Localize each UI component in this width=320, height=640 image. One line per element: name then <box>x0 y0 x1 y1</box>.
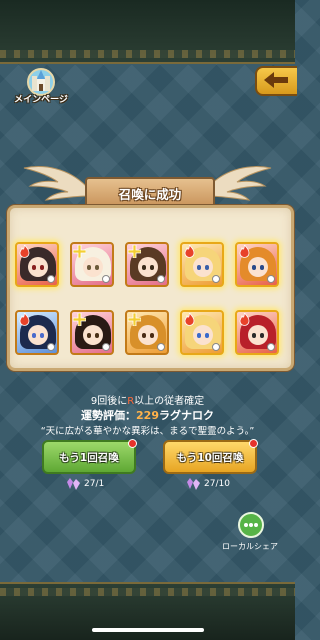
notification-dot <box>249 439 258 448</box>
luck-rating: 運勢評価：229ラグナロク <box>0 407 295 423</box>
hero-eye <box>252 333 256 338</box>
hero-card[interactable] <box>15 242 59 287</box>
hero-face <box>83 257 103 277</box>
pity-prefix: 9回後に <box>90 396 128 407</box>
luck-label: 運勢評価： <box>81 409 137 422</box>
hero-face <box>138 325 158 345</box>
rank-badge <box>47 275 55 283</box>
cost-once: 27/1 <box>67 478 104 490</box>
hero-card[interactable] <box>180 242 224 287</box>
flame-icon <box>239 313 250 326</box>
hero-eye <box>32 333 36 338</box>
hero-eye <box>197 333 201 338</box>
summon-once-button[interactable]: もう1回召喚 <box>42 439 137 474</box>
rank-badge <box>102 343 110 351</box>
hero-eye <box>142 333 146 338</box>
hero-eye <box>32 265 36 270</box>
rank-badge <box>102 275 110 283</box>
hero-eye <box>150 265 154 270</box>
pity-suffix: 以上の従者確定 <box>134 396 205 407</box>
hero-eye <box>205 333 209 338</box>
rank-badge <box>47 343 55 351</box>
flame-icon <box>184 313 195 326</box>
back-button[interactable] <box>255 66 297 96</box>
hero-card[interactable] <box>125 310 169 355</box>
flame-icon <box>184 245 195 258</box>
rank-badge <box>157 343 165 351</box>
summon-once-label: もう1回召喚 <box>59 451 119 464</box>
cost-ten-value: 27/10 <box>204 479 230 489</box>
local-share-label: ローカルシェア <box>222 542 278 551</box>
rank-badge <box>267 275 275 283</box>
flame-icon <box>239 245 250 258</box>
summon-ten-button[interactable]: もう10回召喚 <box>163 439 258 474</box>
flame-icon <box>19 245 30 258</box>
hero-eye <box>150 333 154 338</box>
cross-icon <box>128 313 141 326</box>
hero-eye <box>197 265 201 270</box>
top-ornament-frame <box>0 0 295 64</box>
hero-eye <box>205 265 209 270</box>
cost-ten: 27/10 <box>187 478 230 490</box>
rank-badge <box>157 275 165 283</box>
hero-face <box>248 325 268 345</box>
hero-eye <box>95 333 99 338</box>
hero-card[interactable] <box>235 242 279 287</box>
hero-face <box>248 257 268 277</box>
pity-notice: 9回後にR以上の従者確定 <box>0 392 295 407</box>
hero-eye <box>40 333 44 338</box>
hero-eye <box>87 333 91 338</box>
hero-card[interactable] <box>70 310 114 355</box>
crystal-icon <box>67 478 80 490</box>
rank-badge <box>267 343 275 351</box>
home-indicator <box>92 628 204 632</box>
hero-eye <box>260 333 264 338</box>
notification-dot <box>128 439 137 448</box>
hero-face <box>83 325 103 345</box>
fortune-quote: “天に広がる華やかな異彩は、まるで聖霊のよう。” <box>40 426 255 437</box>
luck-value: 229 <box>136 409 159 422</box>
summon-ten-label: もう10回召喚 <box>176 451 244 464</box>
hero-card[interactable] <box>70 242 114 287</box>
hero-eye <box>40 265 44 270</box>
bottom-ornament-frame <box>0 582 295 640</box>
back-arrow-icon <box>264 72 288 88</box>
hero-card[interactable] <box>125 242 169 287</box>
chat-bubble-icon <box>238 512 264 538</box>
hero-card[interactable] <box>15 310 59 355</box>
luck-name: ラグナロク <box>158 409 214 422</box>
hero-face <box>193 325 213 345</box>
cost-once-value: 27/1 <box>84 479 105 489</box>
main-page-label: メインページ <box>14 95 68 105</box>
rank-badge <box>212 275 220 283</box>
crystal-icon <box>187 478 200 490</box>
rank-badge <box>212 343 220 351</box>
local-share-button[interactable]: ローカルシェア <box>222 512 278 556</box>
cross-icon <box>73 313 86 326</box>
hero-face <box>28 325 48 345</box>
hero-eye <box>95 265 99 270</box>
hero-eye <box>87 265 91 270</box>
hero-card[interactable] <box>180 310 224 355</box>
hero-face <box>138 257 158 277</box>
hero-eye <box>252 265 256 270</box>
cross-icon <box>73 245 86 258</box>
cross-icon <box>128 245 141 258</box>
main-page-button[interactable]: メインページ <box>14 68 68 110</box>
hero-face <box>28 257 48 277</box>
hero-eye <box>142 265 146 270</box>
hero-card[interactable] <box>235 310 279 355</box>
flame-icon <box>19 313 30 326</box>
hero-eye <box>260 265 264 270</box>
hero-face <box>193 257 213 277</box>
